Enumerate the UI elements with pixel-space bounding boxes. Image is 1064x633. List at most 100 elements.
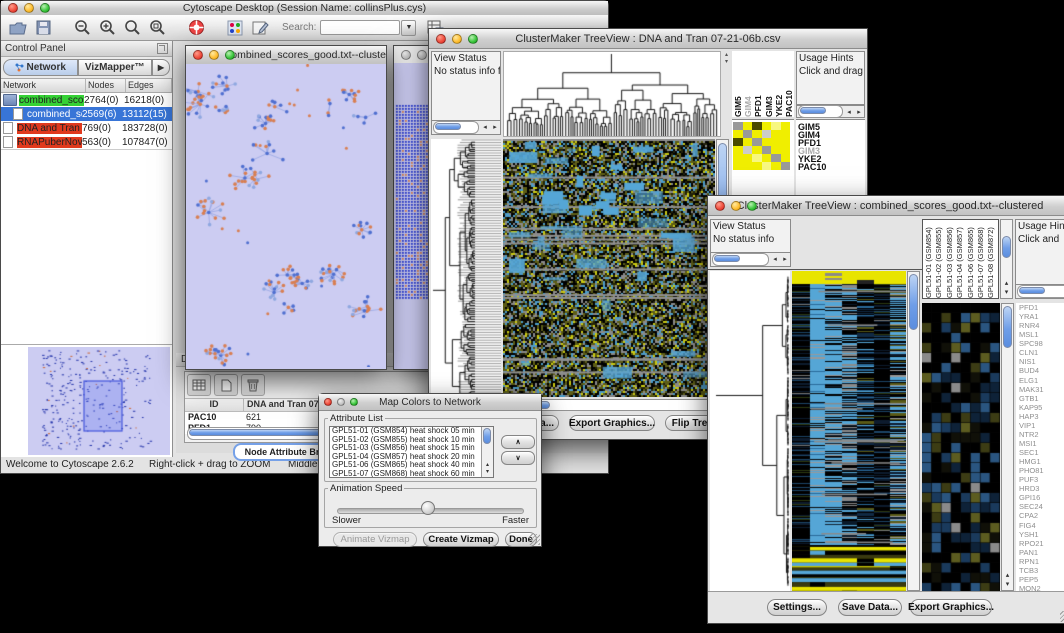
tv1-column-label[interactable]: GIM5 (733, 51, 743, 117)
animate-vizmap-button[interactable]: Animate Vizmap (333, 532, 417, 547)
matrix-cell[interactable] (762, 122, 772, 130)
treeview2-titlebar[interactable]: ClusterMaker TreeView : combined_scores_… (708, 196, 1064, 216)
scroll-left-arrow[interactable]: ◂ (770, 254, 780, 266)
matrix-cell[interactable] (743, 138, 753, 146)
minimize-button[interactable] (24, 3, 34, 13)
tab-network[interactable]: Network (3, 59, 78, 76)
tv2-export-graphics-button[interactable]: Export Graphics... (910, 599, 992, 616)
gene-label[interactable]: RNR4 (1019, 321, 1064, 330)
gene-label[interactable]: PHO81 (1019, 466, 1064, 475)
matrix-cell[interactable] (733, 122, 743, 130)
vizmapper-button[interactable] (224, 18, 246, 38)
matrix-cell[interactable] (771, 154, 781, 162)
gene-label[interactable]: CLN1 (1019, 348, 1064, 357)
gene-label[interactable]: HAP3 (1019, 412, 1064, 421)
gene-label[interactable]: MSI1 (1019, 439, 1064, 448)
tv1-status-scrollbar[interactable]: ◂▸ (432, 120, 500, 134)
col-nodes[interactable]: Nodes (86, 79, 126, 92)
scroll-right-arrow[interactable]: ▸ (780, 254, 790, 266)
close-button[interactable] (436, 34, 446, 44)
gene-label[interactable]: ELG1 (1019, 376, 1064, 385)
scroll-up-arrow[interactable]: ▴ (1001, 280, 1012, 288)
tv1-column-dendrogram[interactable] (504, 52, 720, 136)
move-down-button[interactable]: ∨ (501, 451, 535, 465)
tv1-column-label[interactable]: PFD1 (753, 51, 763, 117)
gene-label[interactable]: KAP95 (1019, 403, 1064, 412)
matrix-cell[interactable] (771, 130, 781, 138)
move-up-button[interactable]: ∧ (501, 435, 535, 449)
open-session-button[interactable] (7, 18, 29, 38)
tv2-save-data-button[interactable]: Save Data... (838, 599, 902, 616)
gene-label[interactable]: BUD4 (1019, 366, 1064, 375)
close-button[interactable] (324, 398, 332, 406)
gene-label[interactable]: NIS1 (1019, 357, 1064, 366)
col-id[interactable]: ID (185, 399, 244, 411)
tv1-export-graphics-button[interactable]: Export Graphics... (569, 415, 655, 431)
gene-label[interactable]: PUF3 (1019, 475, 1064, 484)
matrix-cell[interactable] (743, 122, 753, 130)
scroll-thumb[interactable] (800, 107, 826, 114)
matrix-cell[interactable] (762, 130, 772, 138)
matrix-cell[interactable] (781, 154, 791, 162)
gene-label[interactable]: MAK31 (1019, 385, 1064, 394)
attribute-item[interactable]: GPL51-07 (GSM868) heat shock 60 min (330, 470, 493, 478)
matrix-cell[interactable] (771, 146, 781, 154)
scroll-left-arrow[interactable]: ◂ (480, 122, 490, 134)
tv1-row-dendrogram[interactable] (431, 139, 501, 409)
speed-slider-thumb[interactable] (421, 501, 435, 515)
matrix-cell[interactable] (762, 162, 772, 170)
scroll-down-arrow[interactable]: ▾ (1002, 581, 1013, 589)
zoom-button[interactable] (350, 398, 358, 406)
tv1-column-label[interactable]: GIM4 (743, 51, 753, 117)
gene-label[interactable]: CPA2 (1019, 511, 1064, 520)
zoom-in-button[interactable] (96, 18, 118, 38)
matrix-cell[interactable] (781, 162, 791, 170)
tv1-column-label[interactable]: GIM3 (764, 51, 774, 117)
attribute-list-scrollbar[interactable]: ▴ ▾ (481, 427, 493, 477)
col-edges[interactable]: Edges (126, 79, 172, 92)
scroll-thumb[interactable] (1019, 287, 1045, 294)
zoom-fit-button[interactable] (121, 18, 143, 38)
matrix-cell[interactable] (733, 138, 743, 146)
network-table-row[interactable]: combined_scores 2764(0) 16218(0) (1, 93, 172, 107)
gene-label[interactable]: RPO21 (1019, 539, 1064, 548)
gene-label[interactable]: PEP5 (1019, 575, 1064, 584)
float-panel-icon[interactable] (157, 43, 168, 54)
scroll-track[interactable] (712, 253, 769, 266)
gene-label[interactable]: FIG4 (1019, 521, 1064, 530)
gene-label[interactable]: SEC1 (1019, 448, 1064, 457)
tv2-zoom-heatmap[interactable] (922, 303, 1000, 591)
tv2-settings-button[interactable]: Settings... (767, 599, 827, 616)
zoom-button[interactable] (468, 34, 478, 44)
treeview1-titlebar[interactable]: ClusterMaker TreeView : DNA and Tran 07-… (429, 29, 867, 49)
matrix-cell[interactable] (762, 138, 772, 146)
matrix-cell[interactable] (781, 130, 791, 138)
search-dropdown-button[interactable]: ▼ (401, 20, 416, 36)
minimize-button[interactable] (337, 398, 345, 406)
matrix-cell[interactable] (743, 146, 753, 154)
zoom-button[interactable] (40, 3, 50, 13)
scroll-up-arrow[interactable]: ▴ (482, 462, 493, 469)
matrix-cell[interactable] (752, 154, 762, 162)
gene-label[interactable]: MSL1 (1019, 330, 1064, 339)
tv1-row-label[interactable]: PAC10 (798, 163, 865, 171)
scroll-down-arrow[interactable]: ▾ (1001, 289, 1012, 297)
tv2-column-label[interactable]: GPL51-08 (GSM872) (986, 220, 996, 298)
network-overview-canvas[interactable] (28, 347, 170, 455)
scroll-thumb[interactable] (714, 255, 740, 262)
tv2-column-label[interactable]: GPL51-02 (GSM855) (934, 220, 944, 298)
minimize-button[interactable] (417, 50, 427, 60)
matrix-cell[interactable] (733, 162, 743, 170)
matrix-cell[interactable] (762, 146, 772, 154)
minimize-button[interactable] (209, 50, 219, 60)
tv1-column-label[interactable]: YKE2 (774, 51, 784, 117)
create-vizmap-button[interactable]: Create Vizmap (423, 532, 499, 547)
network-table-row[interactable]: DNA and Tran 07 769(0) 183728(0) (1, 121, 172, 135)
scroll-up-arrow[interactable]: ▴ (1002, 572, 1013, 580)
close-button[interactable] (715, 201, 725, 211)
select-attributes-button[interactable] (187, 374, 211, 396)
gene-label[interactable]: VIP1 (1019, 421, 1064, 430)
matrix-cell[interactable] (762, 154, 772, 162)
tv1-similarity-matrix[interactable] (733, 122, 794, 170)
vscroll-thumb[interactable] (909, 274, 918, 330)
